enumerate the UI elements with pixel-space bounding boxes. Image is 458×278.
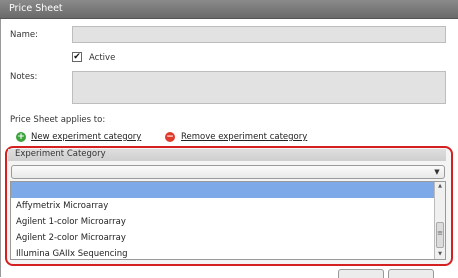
scroll-up-icon[interactable]: ▲ xyxy=(435,182,445,191)
notes-label: Notes: xyxy=(10,72,38,82)
experiment-category-header: Experiment Category xyxy=(8,149,446,161)
name-label: Name: xyxy=(10,30,38,40)
remove-category-link[interactable]: Remove experiment category xyxy=(181,132,307,142)
grip-icon: ≡ xyxy=(437,229,443,237)
dropdown-scrollbar[interactable]: ▲ ≡ ▼ xyxy=(434,182,445,259)
chevron-down-icon[interactable]: ▼ xyxy=(432,167,442,177)
list-item[interactable]: Agilent 2-color Microarray xyxy=(11,230,436,246)
list-item-empty[interactable] xyxy=(11,182,436,198)
scroll-down-icon[interactable]: ▼ xyxy=(435,250,445,259)
applies-to-label: Price Sheet applies to: xyxy=(10,115,106,125)
category-dropdown-list: Affymetrix Microarray Agilent 1-color Mi… xyxy=(10,181,446,260)
add-icon[interactable]: + xyxy=(16,132,26,142)
notes-input[interactable] xyxy=(72,71,446,104)
dropdown-options: Affymetrix Microarray Agilent 1-color Mi… xyxy=(11,182,436,259)
name-input[interactable] xyxy=(72,26,446,43)
window-title: Price Sheet xyxy=(9,3,63,14)
remove-icon[interactable]: − xyxy=(165,132,175,142)
list-item[interactable]: Illumina GAIIx Sequencing xyxy=(11,246,436,259)
list-item[interactable]: Agilent 1-color Microarray xyxy=(11,214,436,230)
window-titlebar: Price Sheet xyxy=(0,0,458,19)
active-label: Active xyxy=(89,53,116,63)
active-checkbox[interactable]: ✔ xyxy=(72,52,82,62)
list-item[interactable]: Affymetrix Microarray xyxy=(11,198,436,214)
scroll-thumb[interactable]: ≡ xyxy=(436,222,444,248)
experiment-category-select[interactable]: ▼ xyxy=(11,165,445,179)
new-category-link[interactable]: New experiment category xyxy=(31,132,141,142)
